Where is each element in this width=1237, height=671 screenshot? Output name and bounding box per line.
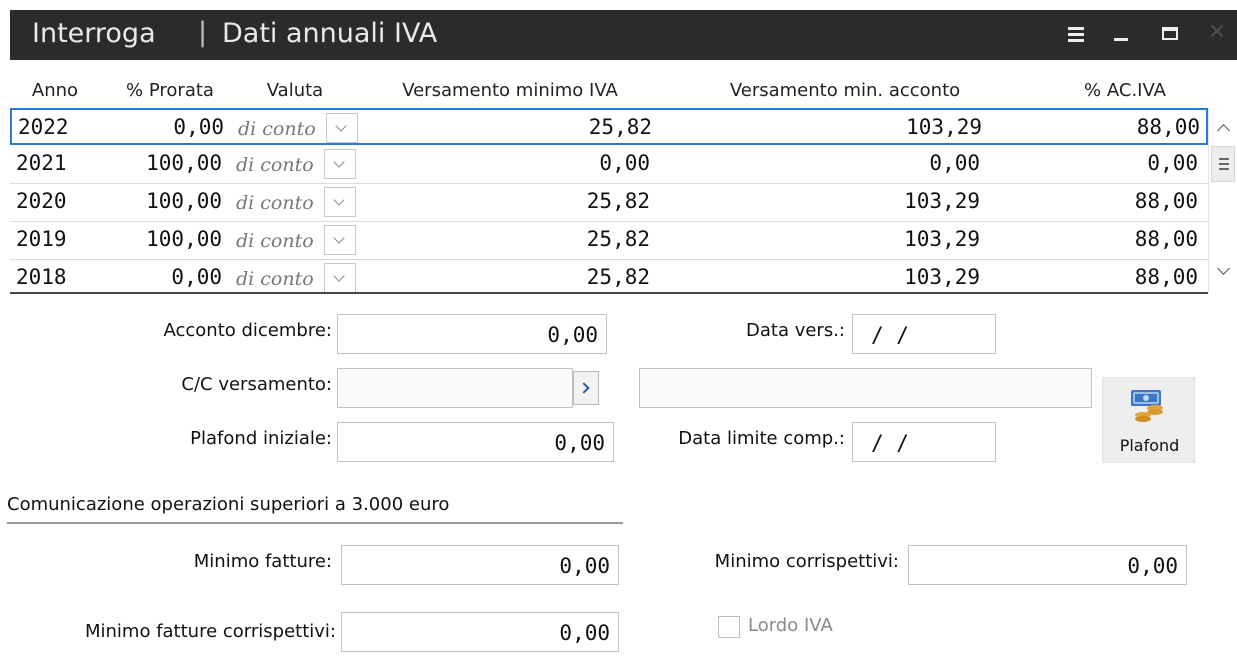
scrollbar-thumb[interactable]: [1211, 146, 1235, 182]
minimo-corrispettivi-field[interactable]: 0,00: [908, 545, 1187, 585]
maximize-icon[interactable]: [1146, 10, 1192, 60]
section-divider: [7, 522, 623, 524]
cell-versamento-acconto: 103,29: [904, 265, 980, 289]
chevron-down-icon[interactable]: [1209, 258, 1237, 288]
column-header-ac-iva[interactable]: % AC.IVA: [1060, 80, 1190, 101]
acconto-dicembre-label: Acconto dicembre:: [163, 320, 332, 341]
plafond-button[interactable]: Plafond: [1102, 377, 1195, 463]
app-title: Interroga: [32, 18, 156, 49]
cell-versamento-minimo: 0,00: [599, 151, 650, 175]
grid-bottom-divider: [10, 292, 1208, 294]
minimo-fatture-field[interactable]: 0,00: [341, 545, 619, 585]
minimo-fatture-corrispettivi-label: Minimo fatture corrispettivi:: [84, 621, 336, 642]
cell-anno: 2018: [16, 265, 67, 289]
column-header-anno[interactable]: Anno: [20, 80, 90, 101]
cell-valuta: di conto: [236, 230, 314, 252]
column-header-versamento-acconto[interactable]: Versamento min. acconto: [700, 80, 990, 101]
cell-prorata: 100,00: [146, 151, 222, 175]
column-header-valuta[interactable]: Valuta: [250, 80, 340, 101]
title-separator: |: [198, 17, 208, 48]
minimo-corrispettivi-label: Minimo corrispettivi:: [714, 551, 899, 572]
cell-ac-iva: 88,00: [1134, 265, 1198, 289]
chevron-right-icon[interactable]: [573, 371, 599, 405]
cell-anno: 2019: [16, 227, 67, 251]
cell-versamento-minimo: 25,82: [588, 115, 652, 139]
chevron-down-icon[interactable]: [326, 113, 358, 143]
window-title: Dati annuali IVA: [222, 18, 438, 49]
column-header-versamento-minimo[interactable]: Versamento minimo IVA: [380, 80, 640, 101]
chevron-down-icon[interactable]: [324, 263, 356, 293]
data-limite-comp-label: Data limite comp.:: [678, 428, 845, 449]
title-bar: Interroga | Dati annuali IVA ✕: [10, 10, 1237, 60]
cell-prorata: 0,00: [173, 115, 224, 139]
table-row[interactable]: 2022 0,00 di conto 25,82 103,29 88,00: [10, 108, 1208, 145]
cell-anno: 2021: [16, 151, 67, 175]
cell-valuta: di conto: [236, 268, 314, 290]
cell-ac-iva: 88,00: [1134, 189, 1198, 213]
cell-prorata: 100,00: [146, 189, 222, 213]
lordo-iva-label: Lordo IVA: [748, 615, 833, 636]
cell-versamento-minimo: 25,82: [586, 227, 650, 251]
grid-scrollbar[interactable]: [1208, 108, 1237, 293]
menu-icon[interactable]: [1050, 10, 1096, 60]
chevron-down-icon[interactable]: [324, 187, 356, 217]
minimo-fatture-corrispettivi-field[interactable]: 0,00: [341, 612, 619, 652]
table-row[interactable]: 2019 100,00 di conto 25,82 103,29 88,00: [10, 222, 1208, 260]
cell-valuta: di conto: [238, 118, 316, 140]
cell-anno: 2022: [18, 115, 69, 139]
table-row[interactable]: 2018 0,00 di conto 25,82 103,29 88,00: [10, 260, 1208, 293]
annual-data-grid: 2022 0,00 di conto 25,82 103,29 88,00 20…: [10, 108, 1208, 293]
cell-ac-iva: 0,00: [1147, 151, 1198, 175]
plafond-iniziale-label: Plafond iniziale:: [190, 428, 332, 449]
cell-versamento-acconto: 103,29: [906, 115, 982, 139]
table-row[interactable]: 2020 100,00 di conto 25,82 103,29 88,00: [10, 184, 1208, 222]
close-icon[interactable]: ✕: [1194, 10, 1237, 60]
column-header-prorata[interactable]: % Prorata: [110, 80, 230, 101]
cell-versamento-acconto: 103,29: [904, 227, 980, 251]
cell-prorata: 100,00: [146, 227, 222, 251]
plafond-iniziale-field[interactable]: 0,00: [337, 422, 614, 462]
acconto-dicembre-field[interactable]: 0,00: [337, 314, 607, 354]
lordo-iva-checkbox[interactable]: [718, 616, 740, 638]
plafond-button-label: Plafond: [1119, 436, 1180, 455]
data-limite-comp-field[interactable]: / /: [852, 422, 996, 462]
chevron-up-icon[interactable]: [1209, 112, 1237, 142]
money-coins-icon: [1131, 390, 1163, 422]
section-title: Comunicazione operazioni superiori a 3.0…: [7, 494, 450, 515]
data-vers-label: Data vers.:: [746, 320, 845, 341]
table-row[interactable]: 2021 100,00 di conto 0,00 0,00 0,00: [10, 146, 1208, 184]
cell-versamento-minimo: 25,82: [586, 265, 650, 289]
minimize-icon[interactable]: [1098, 10, 1144, 60]
cell-prorata: 0,00: [171, 265, 222, 289]
cc-versamento-label: C/C versamento:: [181, 374, 332, 395]
cell-ac-iva: 88,00: [1136, 115, 1200, 139]
data-vers-field[interactable]: / /: [852, 314, 996, 354]
cell-valuta: di conto: [236, 192, 314, 214]
cell-versamento-acconto: 0,00: [929, 151, 980, 175]
cell-anno: 2020: [16, 189, 67, 213]
cell-versamento-minimo: 25,82: [586, 189, 650, 213]
cell-valuta: di conto: [236, 154, 314, 176]
cell-ac-iva: 88,00: [1134, 227, 1198, 251]
chevron-down-icon[interactable]: [324, 225, 356, 255]
cc-description-field: [639, 368, 1092, 408]
chevron-down-icon[interactable]: [324, 149, 356, 179]
minimo-fatture-label: Minimo fatture:: [193, 551, 332, 572]
cell-versamento-acconto: 103,29: [904, 189, 980, 213]
cc-versamento-field[interactable]: [337, 368, 573, 408]
